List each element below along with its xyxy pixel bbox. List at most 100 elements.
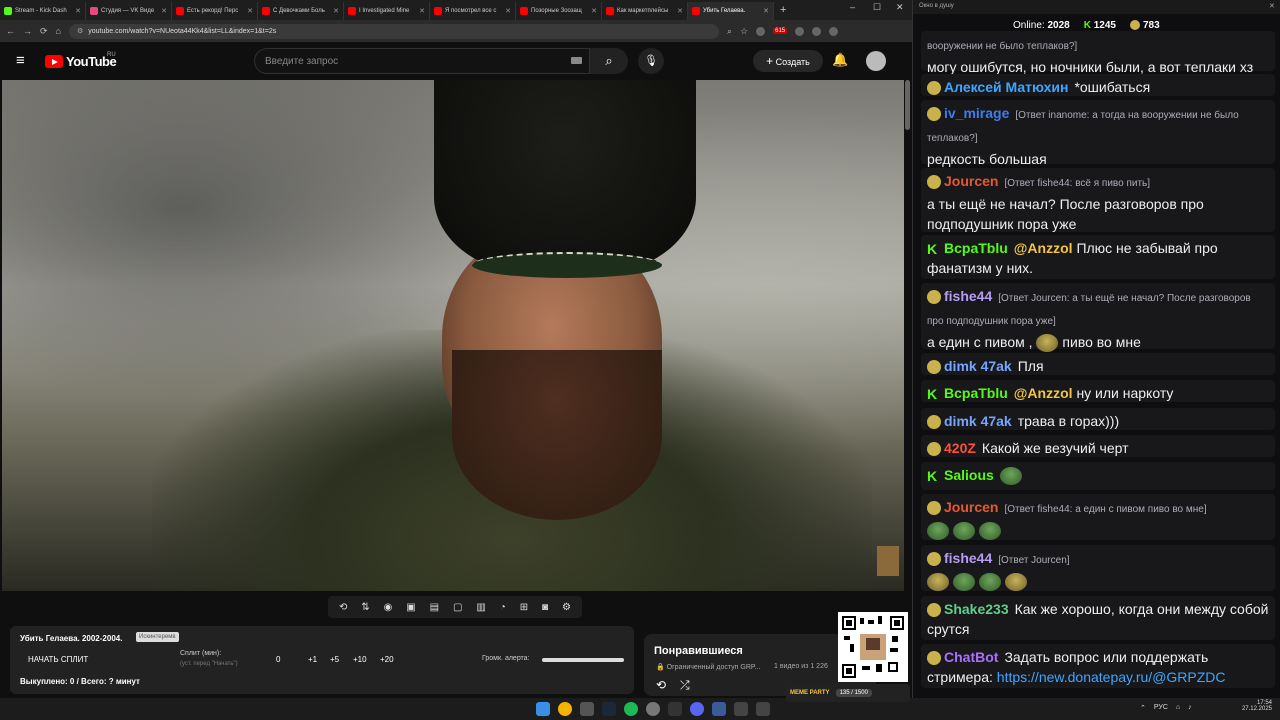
browser-tab[interactable]: Убить Гелаева. ✕ — [688, 2, 774, 20]
video-settings-icon[interactable]: ▣ — [406, 602, 415, 613]
browser-tab[interactable]: I Investigated Mine ✕ — [344, 2, 430, 20]
discord-icon[interactable] — [690, 702, 704, 716]
close-tab-icon[interactable]: ✕ — [333, 7, 339, 15]
add-icon[interactable]: ⊞ — [520, 602, 528, 613]
extension-icon[interactable] — [812, 26, 822, 36]
screenshot-icon[interactable]: ◙ — [542, 602, 548, 613]
notifications-bell-icon[interactable]: 🔔 — [832, 52, 848, 68]
chat-username[interactable]: Алексей Матюхин — [944, 79, 1068, 95]
speed-icon[interactable]: ◔ — [500, 602, 506, 613]
video-player[interactable] — [2, 80, 904, 591]
new-tab-icon[interactable]: + — [774, 4, 792, 16]
page-scrollbar[interactable] — [905, 80, 910, 130]
chat-username[interactable]: 420Z — [944, 440, 976, 456]
youtube-logo[interactable]: YouTube RU — [45, 52, 117, 69]
chat-username[interactable]: ChatBot — [944, 649, 998, 665]
chat-username[interactable]: Jourcen — [944, 499, 998, 515]
spotify-icon[interactable] — [624, 702, 638, 716]
chat-username[interactable]: iv_mirage — [944, 105, 1009, 121]
url-field[interactable]: ⚙ youtube.com/watch?v=NUeota44Kk4&list=L… — [68, 23, 719, 39]
loop-icon[interactable]: ⟲ — [339, 602, 347, 613]
site-info-icon[interactable]: ⚙ — [77, 27, 83, 35]
browser-tab[interactable]: С Девочками Боль ✕ — [258, 2, 344, 20]
chat-username[interactable]: fishe44 — [944, 550, 992, 566]
close-tab-icon[interactable]: ✕ — [591, 7, 597, 15]
browser-tab[interactable]: Stream - Kick Dash ✕ — [0, 2, 86, 20]
language-indicator[interactable]: РУС — [1154, 704, 1168, 712]
loop-playlist-icon[interactable]: ⟲ — [656, 678, 666, 692]
increment-button[interactable]: +20 — [380, 655, 394, 664]
donate-link[interactable]: https://new.donatepay.ru/@GRPZDC — [997, 669, 1226, 685]
close-tab-icon[interactable]: ✕ — [75, 7, 81, 15]
title-tag[interactable]: Искинтеремв — [136, 632, 179, 642]
hamburger-menu-icon[interactable]: ≡ — [16, 53, 25, 68]
browser-tab[interactable]: Как маркетплейсы ✕ — [602, 2, 688, 20]
channel-thumbnail[interactable] — [877, 546, 899, 576]
app-icon[interactable] — [756, 702, 770, 716]
gear-icon[interactable]: ⚙ — [562, 602, 571, 613]
maximize-icon[interactable]: ☐ — [873, 2, 881, 13]
start-split-button[interactable]: НАЧАТЬ СПЛИТ — [28, 655, 88, 664]
browser-tab[interactable]: Студия — VK Виде ✕ — [86, 2, 172, 20]
shuffle-icon[interactable]: ⤮ — [680, 678, 690, 693]
close-tab-icon[interactable]: ✕ — [763, 7, 769, 15]
film-icon[interactable]: ▥ — [476, 602, 485, 613]
sort-icon[interactable]: ⇅ — [361, 602, 369, 613]
forward-icon[interactable]: → — [23, 26, 32, 36]
split-widget: Убить Гелаева. 2002-2004. Искинтеремв НА… — [10, 626, 634, 694]
close-tab-icon[interactable]: ✕ — [161, 7, 167, 15]
close-chat-icon[interactable]: ✕ — [1269, 2, 1275, 10]
voice-search-button[interactable]: 🎙 — [638, 48, 664, 74]
zoom-icon[interactable]: ⌕ — [727, 26, 732, 37]
create-button[interactable]: + Создать — [753, 50, 823, 72]
extension-icon[interactable] — [756, 26, 766, 36]
app-icon[interactable] — [580, 702, 594, 716]
extension-icon[interactable] — [795, 26, 805, 36]
back-icon[interactable]: ← — [6, 26, 15, 36]
clapper-icon[interactable]: ▤ — [430, 602, 439, 613]
search-input[interactable]: Введите запрос — [254, 48, 590, 74]
tray-up-icon[interactable]: ⌃ — [1140, 704, 1146, 712]
chat-username[interactable]: BcpaTblu — [944, 240, 1008, 256]
reload-icon[interactable]: ⟳ — [40, 26, 48, 37]
chat-username[interactable]: Shake233 — [944, 601, 1009, 617]
app-icon[interactable] — [668, 702, 682, 716]
increment-button[interactable]: +1 — [308, 655, 317, 664]
volume-icon[interactable]: ♪ — [1188, 704, 1192, 712]
windows-start-icon[interactable] — [536, 702, 550, 716]
clock[interactable]: 17:54 27.12.2025 — [1238, 700, 1272, 712]
chat-username[interactable]: fishe44 — [944, 288, 992, 304]
search-button[interactable]: ⌕ — [590, 48, 628, 74]
volume-slider[interactable] — [542, 658, 624, 662]
obs-icon[interactable] — [646, 702, 660, 716]
close-tab-icon[interactable]: ✕ — [677, 7, 683, 15]
home-icon[interactable]: ⌂ — [56, 26, 61, 36]
broadcast-icon[interactable]: ◉ — [384, 602, 393, 613]
browser-tab[interactable]: Позорные Зоозащ ✕ — [516, 2, 602, 20]
steam-icon[interactable] — [602, 702, 616, 716]
avatar[interactable] — [866, 51, 886, 71]
close-window-icon[interactable]: ✕ — [896, 2, 904, 13]
chat-username[interactable]: Jourcen — [944, 173, 998, 189]
close-tab-icon[interactable]: ✕ — [419, 7, 425, 15]
playlist-title[interactable]: Понравившиеся — [654, 645, 743, 657]
browser-tab[interactable]: Есть рекорд! Перс ✕ — [172, 2, 258, 20]
chrome-icon[interactable] — [558, 702, 572, 716]
increment-button[interactable]: +10 — [353, 655, 367, 664]
network-icon[interactable]: ⌂ — [1176, 704, 1180, 712]
app-icon[interactable] — [712, 702, 726, 716]
chat-username[interactable]: BcpaTblu — [944, 385, 1008, 401]
chat-username[interactable]: Salious — [944, 467, 994, 483]
bookmark-icon[interactable]: ☆ — [740, 26, 748, 37]
app-icon[interactable] — [734, 702, 748, 716]
picture-icon[interactable]: ▢ — [453, 602, 462, 613]
keyboard-icon[interactable] — [571, 57, 582, 64]
browser-tab[interactable]: Я посмотрел все с ✕ — [430, 2, 516, 20]
close-tab-icon[interactable]: ✕ — [505, 7, 511, 15]
profile-icon[interactable] — [829, 26, 839, 36]
minimize-icon[interactable]: – — [850, 2, 855, 12]
close-tab-icon[interactable]: ✕ — [247, 7, 253, 15]
chat-username[interactable]: dimk 47ak — [944, 413, 1012, 429]
chat-username[interactable]: dimk 47ak — [944, 358, 1012, 374]
increment-button[interactable]: +5 — [330, 655, 339, 664]
